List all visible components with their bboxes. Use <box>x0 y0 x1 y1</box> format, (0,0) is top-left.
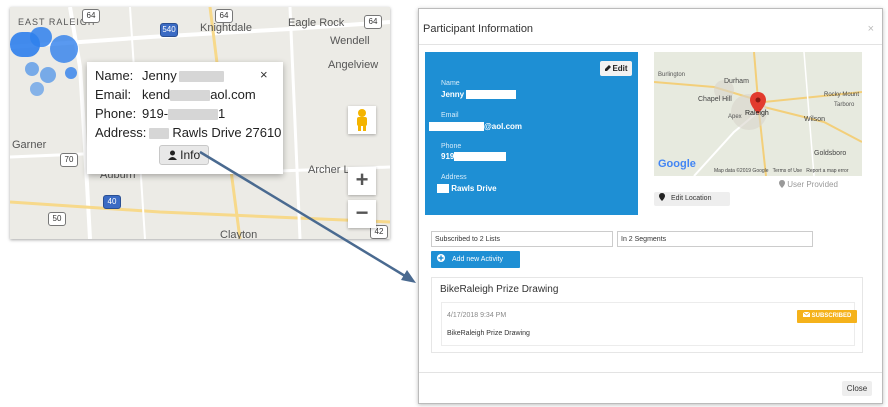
edit-location-button[interactable]: Edit Location <box>654 192 730 206</box>
activity-title: BikeRaleigh Prize Drawing <box>440 284 559 295</box>
redaction <box>429 122 484 132</box>
card-email-row: @aol.com <box>429 122 523 132</box>
card-name-label: Name <box>441 80 460 87</box>
minimap-label-wilson: Wilson <box>804 116 826 123</box>
edit-button[interactable]: Edit <box>600 61 632 76</box>
location-minimap[interactable]: Burlington Durham Chapel Hill Raleigh Ro… <box>654 52 862 176</box>
card-phone-row: 919 <box>441 152 507 162</box>
activity-item: 4/17/2018 9:34 PM BikeRaleigh Prize Draw… <box>441 302 857 346</box>
minimap-label-chapel-hill: Chapel Hill <box>698 96 732 103</box>
close-button[interactable]: Close <box>842 381 872 396</box>
user-provided-label: User Provided <box>787 180 838 189</box>
plus-circle-icon <box>437 254 445 262</box>
envelope-icon <box>802 311 810 317</box>
modal-close-icon[interactable]: × <box>868 23 874 35</box>
card-phone-value: 919 <box>441 152 455 161</box>
minimap-label-apex: Apex <box>728 114 742 120</box>
card-phone-label: Phone <box>441 143 462 150</box>
google-logo: Google <box>658 158 696 170</box>
map-marker-icon <box>779 180 785 188</box>
edit-location-label: Edit Location <box>671 195 712 202</box>
add-activity-label: Add new Activity <box>452 256 503 263</box>
divider <box>419 44 882 45</box>
participant-card: Edit Name Jenny Email @aol.com Phone 919… <box>425 52 638 215</box>
participant-modal: Participant Information × Edit Name Jenn… <box>418 8 883 404</box>
redaction <box>437 184 449 194</box>
card-email-label: Email <box>441 112 459 119</box>
add-activity-button[interactable]: Add new Activity <box>431 251 520 268</box>
activity-datetime: 4/17/2018 9:34 PM <box>447 312 507 319</box>
status-badge-label: SUBSCRIBED <box>811 313 852 319</box>
user-provided-note: User Provided <box>779 180 838 189</box>
minimap-label-rocky-mount: Rocky Mount <box>824 92 860 98</box>
lists-field[interactable]: Subscribed to 2 Lists <box>431 231 613 247</box>
card-address-label: Address <box>441 174 467 181</box>
status-badge: SUBSCRIBED <box>797 310 857 323</box>
modal-title: Participant Information <box>423 23 534 35</box>
card-name-row: Jenny <box>441 90 517 100</box>
card-email-value: @aol.com <box>484 122 523 131</box>
redaction <box>466 90 517 100</box>
map-marker-icon <box>659 193 665 201</box>
segments-field[interactable]: In 2 Segments <box>617 231 813 247</box>
card-name-value: Jenny <box>441 90 465 99</box>
edit-button-label: Edit <box>612 64 628 73</box>
minimap-label-goldsboro: Goldsboro <box>814 150 847 157</box>
minimap-label-burlington: Burlington <box>658 72 686 78</box>
divider <box>419 372 882 373</box>
card-address-row: Rawls Drive <box>437 184 497 194</box>
redaction <box>454 152 507 162</box>
activity-description: BikeRaleigh Prize Drawing <box>447 330 530 337</box>
minimap-label-raleigh: Raleigh <box>745 110 769 117</box>
card-address-value: Rawls Drive <box>451 184 497 193</box>
minimap-label-durham: Durham <box>724 78 749 85</box>
map-attribution[interactable]: Map data ©2019 Google Terms of Use Repor… <box>714 168 849 174</box>
activity-panel: BikeRaleigh Prize Drawing 4/17/2018 9:34… <box>431 277 863 353</box>
minimap-label-tarboro: Tarboro <box>834 102 855 108</box>
